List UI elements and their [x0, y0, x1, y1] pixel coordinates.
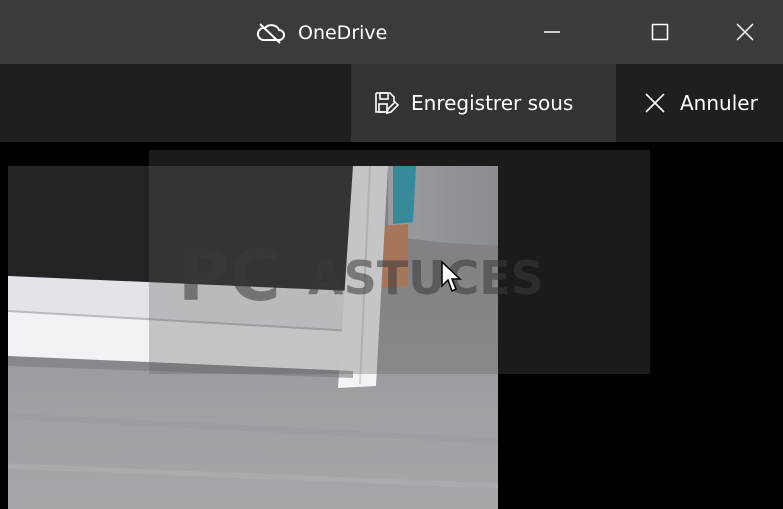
window-title-group: OneDrive	[256, 18, 387, 48]
maximize-button[interactable]	[614, 0, 706, 64]
minimize-icon	[543, 23, 561, 41]
svg-text:PC: PC	[178, 235, 281, 312]
window-close-button[interactable]	[706, 0, 783, 64]
maximize-icon	[651, 23, 669, 41]
save-as-icon	[373, 90, 399, 116]
window-title: OneDrive	[298, 22, 388, 44]
close-icon	[735, 22, 755, 42]
save-as-label: Enregistrer sous	[411, 91, 574, 115]
svg-text:ASTUCES: ASTUCES	[308, 251, 544, 305]
onedrive-window: OneDrive Enregistrer sous Annuler PC AST…	[0, 0, 783, 509]
cloud-off-icon	[256, 22, 286, 44]
image-canvas: PC ASTUCES	[0, 142, 783, 509]
cancel-button[interactable]: Annuler	[632, 64, 783, 142]
cancel-label: Annuler	[680, 91, 758, 115]
title-bar: OneDrive	[0, 0, 783, 64]
watermark-logo: PC ASTUCES	[178, 232, 608, 312]
command-bar: Enregistrer sous Annuler	[0, 64, 783, 142]
minimize-button[interactable]	[506, 0, 598, 64]
cancel-close-icon	[644, 92, 666, 114]
mouse-cursor-icon	[440, 260, 464, 294]
save-as-button[interactable]: Enregistrer sous	[351, 64, 616, 142]
